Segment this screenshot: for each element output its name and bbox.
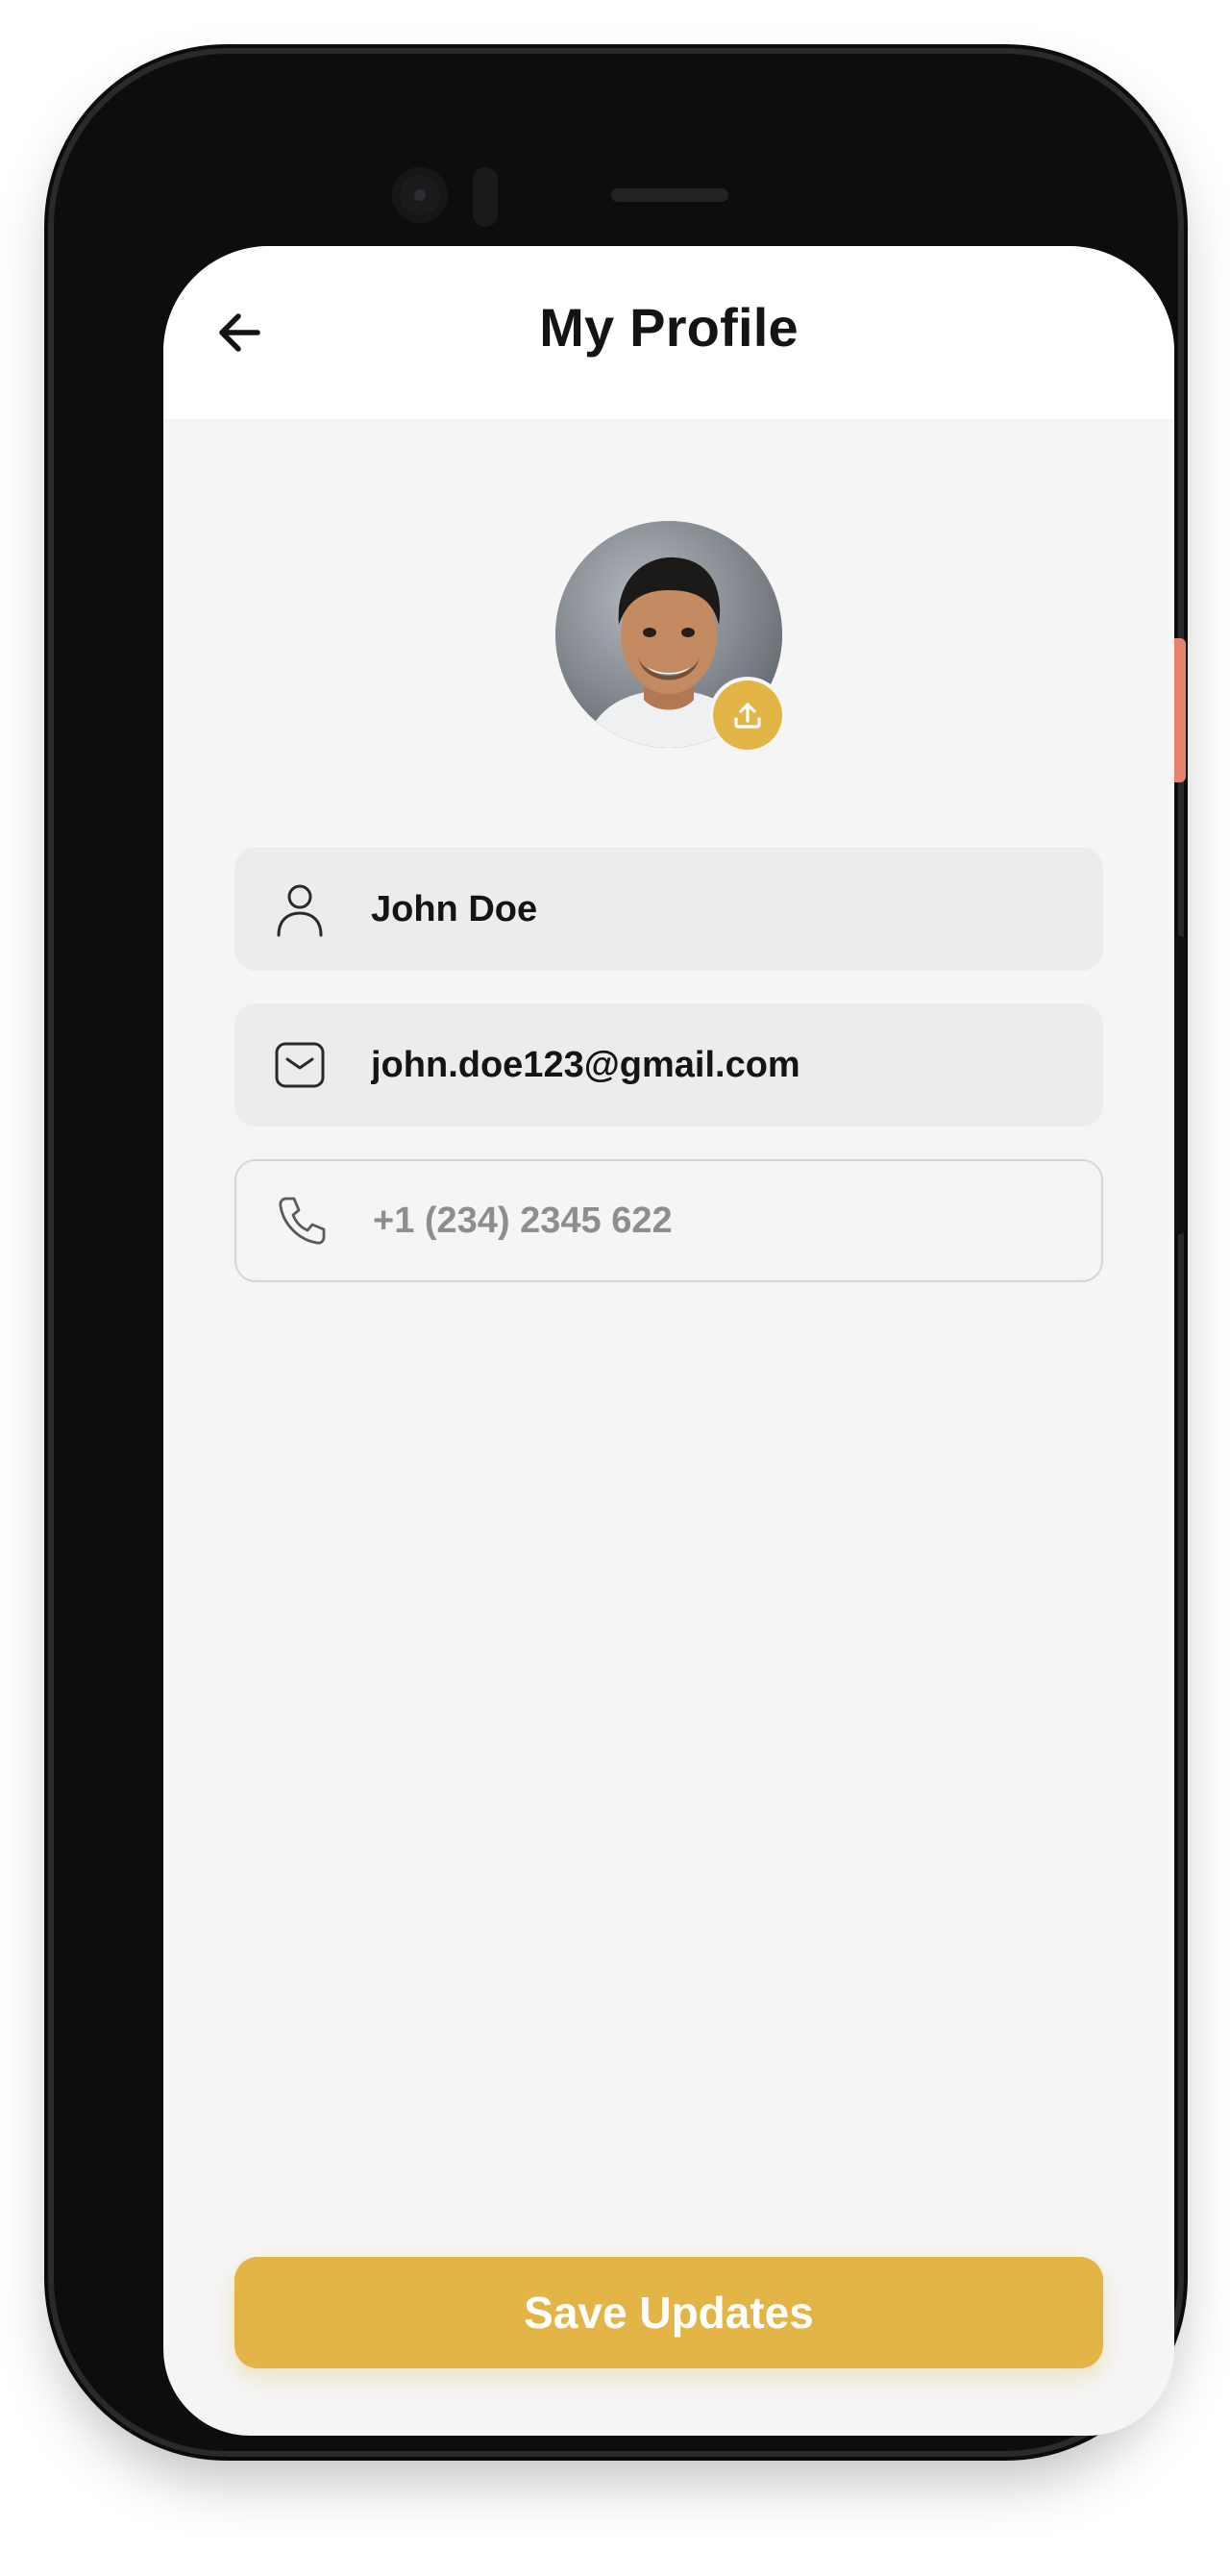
page-title: My Profile — [539, 297, 799, 358]
volume-button — [1174, 936, 1186, 1234]
phone-icon — [279, 1197, 326, 1245]
phone-input[interactable] — [373, 1200, 1046, 1242]
proximity-sensor — [473, 167, 498, 227]
earpiece-speaker — [611, 188, 728, 202]
avatar-container — [555, 521, 782, 750]
upload-photo-button[interactable] — [713, 681, 782, 750]
header: My Profile — [163, 246, 1174, 419]
phone-icon-wrap — [273, 1192, 331, 1250]
mail-icon-wrap — [271, 1036, 329, 1094]
user-icon-wrap — [271, 880, 329, 938]
upload-icon — [734, 703, 761, 729]
phone-field[interactable] — [234, 1159, 1103, 1282]
front-camera — [392, 167, 448, 223]
name-input[interactable] — [371, 888, 1044, 930]
save-updates-button[interactable]: Save Updates — [234, 2257, 1103, 2368]
phone-frame: My Profile John Doe john.doe123@gmail.co… — [54, 54, 1178, 2451]
email-field[interactable] — [234, 1003, 1103, 1127]
email-input[interactable] — [371, 1044, 1044, 1086]
power-button — [1174, 638, 1186, 782]
name-field[interactable] — [234, 848, 1103, 971]
user-icon — [277, 884, 323, 937]
app-screen: My Profile John Doe john.doe123@gmail.co… — [163, 246, 1174, 2436]
mail-icon — [275, 1042, 325, 1088]
